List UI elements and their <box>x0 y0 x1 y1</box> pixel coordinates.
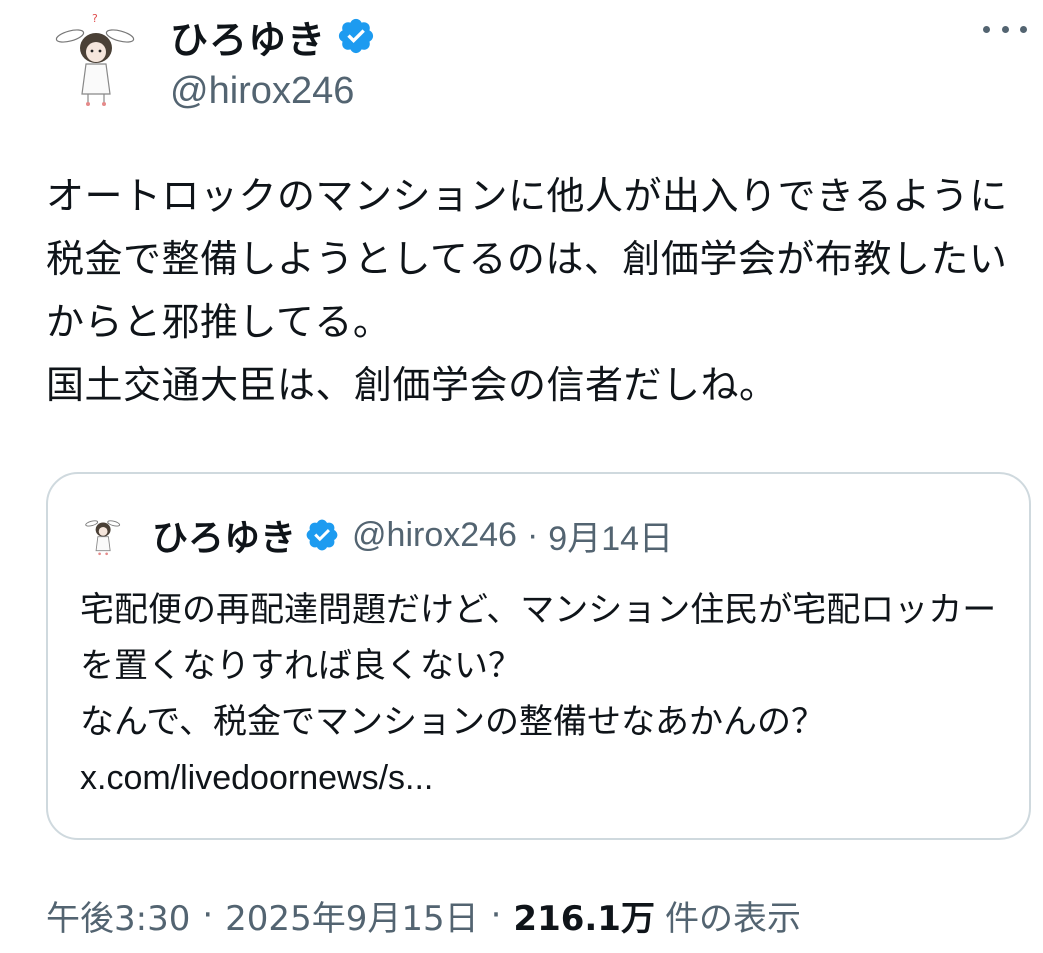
quote-text-block: 宅配便の再配達問題だけど、マンション住民が宅配ロッカーを置くなりすれば良くない？… <box>80 582 1010 806</box>
views-label: 件の表示 <box>664 898 801 939</box>
more-options-icon[interactable] <box>983 14 1027 44</box>
tweet-text: オートロックのマンションに他人が出入りできるように税金で整備しようとしてるのは、… <box>46 174 1008 407</box>
quote-author-display-name[interactable]: ひろゆき <box>152 509 296 561</box>
quote-text: 宅配便の再配達問題だけど、マンション住民が宅配ロッカーを置くなりすれば良くない？… <box>80 590 997 742</box>
meta-separator: · <box>490 895 502 935</box>
meta-separator: · <box>202 895 214 935</box>
quote-tweet-card[interactable]: ひろゆき @hirox246 · 9月14日 宅配便の再配達問題だけど、マンショ… <box>46 472 1031 840</box>
more-dot <box>1020 25 1027 33</box>
more-dot <box>983 25 990 33</box>
quote-date[interactable]: 9月14日 <box>548 511 673 560</box>
svg-text:?: ? <box>92 12 98 25</box>
quote-link[interactable]: x.com/livedoornews/s... <box>80 759 433 797</box>
author-avatar[interactable]: ? <box>48 10 148 110</box>
quote-header: ひろゆき @hirox246 · 9月14日 <box>152 510 673 560</box>
verified-badge-icon[interactable] <box>336 16 376 56</box>
tweet-date[interactable]: 2025年9月15日 <box>225 891 478 940</box>
tweet: ? ひろゆき @hirox246 オートロックのマンションに他人が出入りできるよ… <box>0 0 1043 953</box>
author-handle[interactable]: @hirox246 <box>170 68 354 114</box>
author-name-row: ひろゆき <box>170 8 376 64</box>
quote-author-handle[interactable]: @hirox246 <box>352 516 517 555</box>
more-dot <box>1001 25 1009 33</box>
author-display-name[interactable]: ひろゆき <box>170 9 326 64</box>
tweet-meta: 午後3:30 · 2025年9月15日 · 216.1万 件の表示 <box>46 890 801 940</box>
quote-author-avatar[interactable] <box>82 512 126 556</box>
tweet-time[interactable]: 午後3:30 <box>46 891 190 940</box>
verified-badge-icon <box>304 517 340 553</box>
quote-separator: · <box>526 515 539 554</box>
views-count[interactable]: 216.1万 <box>513 891 655 940</box>
